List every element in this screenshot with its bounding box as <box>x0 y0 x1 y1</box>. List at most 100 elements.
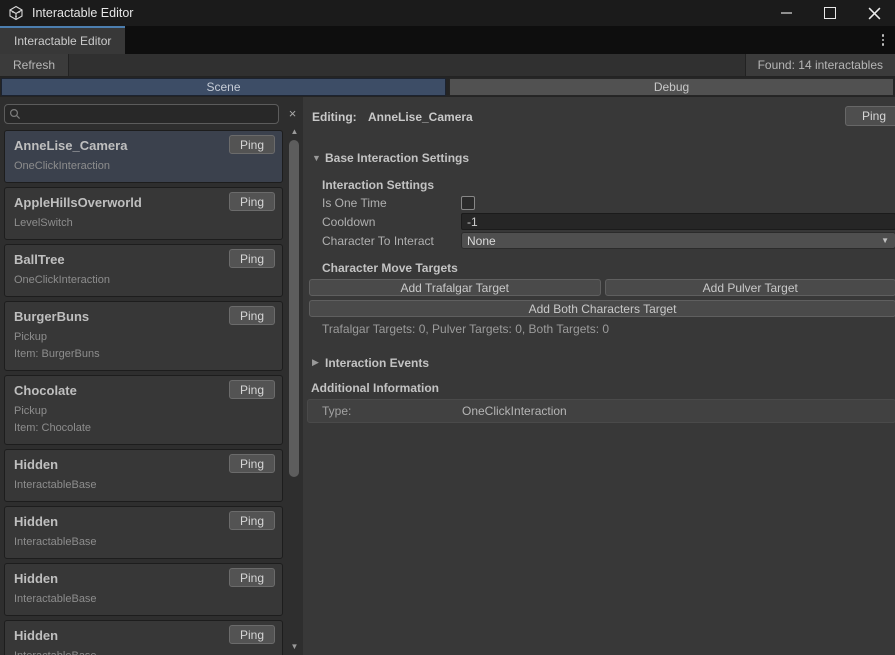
list-item[interactable]: BurgerBuns Ping Pickup Item: BurgerBuns <box>4 301 283 371</box>
type-value: OneClickInteraction <box>462 404 567 418</box>
close-button[interactable] <box>867 6 881 20</box>
list-item[interactable]: Hidden Ping InteractableBase <box>4 563 283 616</box>
tab-interactable-editor[interactable]: Interactable Editor <box>0 26 125 54</box>
search-input[interactable] <box>4 104 279 124</box>
view-tabs: Scene Debug <box>0 77 895 98</box>
foldout-label: Interaction Events <box>325 356 429 370</box>
search-icon <box>9 108 21 120</box>
list-item[interactable]: Hidden Ping InteractableBase <box>4 449 283 502</box>
ping-button[interactable]: Ping <box>229 306 275 325</box>
inspector-ping-button[interactable]: Ping <box>845 106 895 126</box>
list-item-title: Chocolate <box>14 383 77 398</box>
list-item-head: AnneLise_Camera Ping <box>5 131 282 156</box>
ping-button[interactable]: Ping <box>229 380 275 399</box>
close-icon <box>868 7 881 20</box>
foldout-label: Base Interaction Settings <box>325 151 469 165</box>
list-item-head: BurgerBuns Ping <box>5 302 282 327</box>
toolbar: Refresh Found: 14 interactables <box>0 54 895 77</box>
list-item-subtitle: LevelSwitch <box>14 217 282 230</box>
type-label: Type: <box>322 404 462 418</box>
list-item-subtitle: Pickup <box>14 331 282 344</box>
cooldown-label: Cooldown <box>322 215 461 229</box>
character-to-interact-row: Character To Interact None ▼ <box>322 231 895 250</box>
interactable-editor-window: Interactable Editor Interactable Editor … <box>0 0 895 655</box>
ping-button[interactable]: Ping <box>229 249 275 268</box>
title-bar: Interactable Editor <box>0 0 895 26</box>
scroll-down-icon[interactable]: ▼ <box>288 641 301 653</box>
foldout-closed-icon: ▶ <box>312 357 325 368</box>
list-item[interactable]: Hidden Ping InteractableBase <box>4 620 283 655</box>
list-item-head: AppleHillsOverworld Ping <box>5 188 282 213</box>
cooldown-field[interactable] <box>461 213 895 230</box>
list-scrollbar[interactable]: ▲ ▼ <box>288 126 301 655</box>
editor-tab-strip: Interactable Editor <box>0 26 895 54</box>
tab-scene[interactable]: Scene <box>1 78 446 96</box>
add-pulver-target-button[interactable]: Add Pulver Target <box>605 279 895 296</box>
list-item[interactable]: AppleHillsOverworld Ping LevelSwitch <box>4 187 283 240</box>
ping-button[interactable]: Ping <box>229 511 275 530</box>
targets-stats-label: Trafalgar Targets: 0, Pulver Targets: 0,… <box>322 322 895 335</box>
found-count-label: Found: 14 interactables <box>745 54 895 76</box>
search-clear-button[interactable]: × <box>284 105 301 123</box>
list-item-title: BurgerBuns <box>14 309 89 324</box>
is-one-time-label: Is One Time <box>322 196 461 210</box>
list-item-subtitle: InteractableBase <box>14 479 282 492</box>
list-item-head: Chocolate Ping <box>5 376 282 401</box>
add-trafalgar-target-button[interactable]: Add Trafalgar Target <box>309 279 601 296</box>
interaction-events-foldout[interactable]: ▶ Interaction Events <box>312 355 895 370</box>
list-item-title: Hidden <box>14 514 58 529</box>
scrollbar-thumb[interactable] <box>289 140 299 477</box>
list-item-head: Hidden Ping <box>5 621 282 646</box>
editing-value: AnneLise_Camera <box>368 110 473 124</box>
list-item-title: AnneLise_Camera <box>14 138 127 153</box>
chevron-down-icon: ▼ <box>881 236 889 245</box>
list-item-title: Hidden <box>14 457 58 472</box>
ping-button[interactable]: Ping <box>229 192 275 211</box>
ping-button[interactable]: Ping <box>229 625 275 644</box>
list-item[interactable]: HiddenPingInteractableBase <box>4 506 283 559</box>
menu-kebab-icon[interactable] <box>876 32 890 48</box>
list-item-subtitle: Item: BurgerBuns <box>14 348 282 361</box>
app-cube-icon <box>8 5 24 21</box>
is-one-time-row: Is One Time <box>322 193 895 212</box>
tab-label: Interactable Editor <box>14 34 111 48</box>
list-item-title: Hidden <box>14 571 58 586</box>
interaction-settings-header: Interaction Settings <box>322 178 895 193</box>
ping-button[interactable]: Ping <box>229 135 275 154</box>
character-move-targets-header: Character Move Targets <box>322 261 895 276</box>
list-item[interactable]: AnneLise_Camera Ping OneClickInteraction <box>4 130 283 183</box>
search-row: × <box>4 104 299 124</box>
is-one-time-checkbox[interactable] <box>461 196 475 210</box>
list-item-title: BallTree <box>14 252 65 267</box>
ping-button[interactable]: Ping <box>229 454 275 473</box>
add-both-button-row: Add Both Characters Target <box>309 300 895 317</box>
refresh-button[interactable]: Refresh <box>0 54 69 76</box>
list-item[interactable]: BallTree Ping OneClickInteraction <box>4 244 283 297</box>
tab-debug[interactable]: Debug <box>449 78 894 96</box>
character-to-interact-dropdown[interactable]: None ▼ <box>461 232 895 249</box>
list-item-subtitle: InteractableBase <box>14 650 282 655</box>
base-interaction-settings-foldout[interactable]: ▼ Base Interaction Settings <box>312 150 895 165</box>
ping-button[interactable]: Ping <box>229 568 275 587</box>
add-target-button-row: Add Trafalgar Target Add Pulver Target <box>309 279 895 296</box>
editing-label: Editing: <box>312 110 357 124</box>
character-to-interact-label: Character To Interact <box>322 234 461 248</box>
list-item-subtitle: InteractableBase <box>14 593 282 606</box>
editing-header: Editing: AnneLise_Camera Ping <box>312 106 895 128</box>
list-item-head: Hidden Ping <box>5 450 282 475</box>
dropdown-value: None <box>467 234 496 248</box>
maximize-button[interactable] <box>823 6 837 20</box>
inspector-panel: Editing: AnneLise_Camera Ping ▼ Base Int… <box>303 97 895 655</box>
list-item-head: Hidden Ping <box>5 564 282 589</box>
scene-list-panel: × AnneLise_Camera Ping OneClickInteraction… <box>0 97 303 655</box>
scroll-up-icon[interactable]: ▲ <box>288 126 301 138</box>
list-item-title: Hidden <box>14 628 58 643</box>
minimize-button[interactable] <box>779 6 793 20</box>
add-both-characters-target-button[interactable]: Add Both Characters Target <box>309 300 895 317</box>
list-item[interactable]: ChocolatePingPickupItem: Chocolate <box>4 375 283 445</box>
list-item-subtitle: OneClickInteraction <box>14 160 282 173</box>
list-item-subtitle: OneClickInteraction <box>14 274 282 287</box>
foldout-open-icon: ▼ <box>312 153 325 163</box>
list-item-title: AppleHillsOverworld <box>14 195 142 210</box>
type-info-box: Type: OneClickInteraction <box>307 399 895 423</box>
